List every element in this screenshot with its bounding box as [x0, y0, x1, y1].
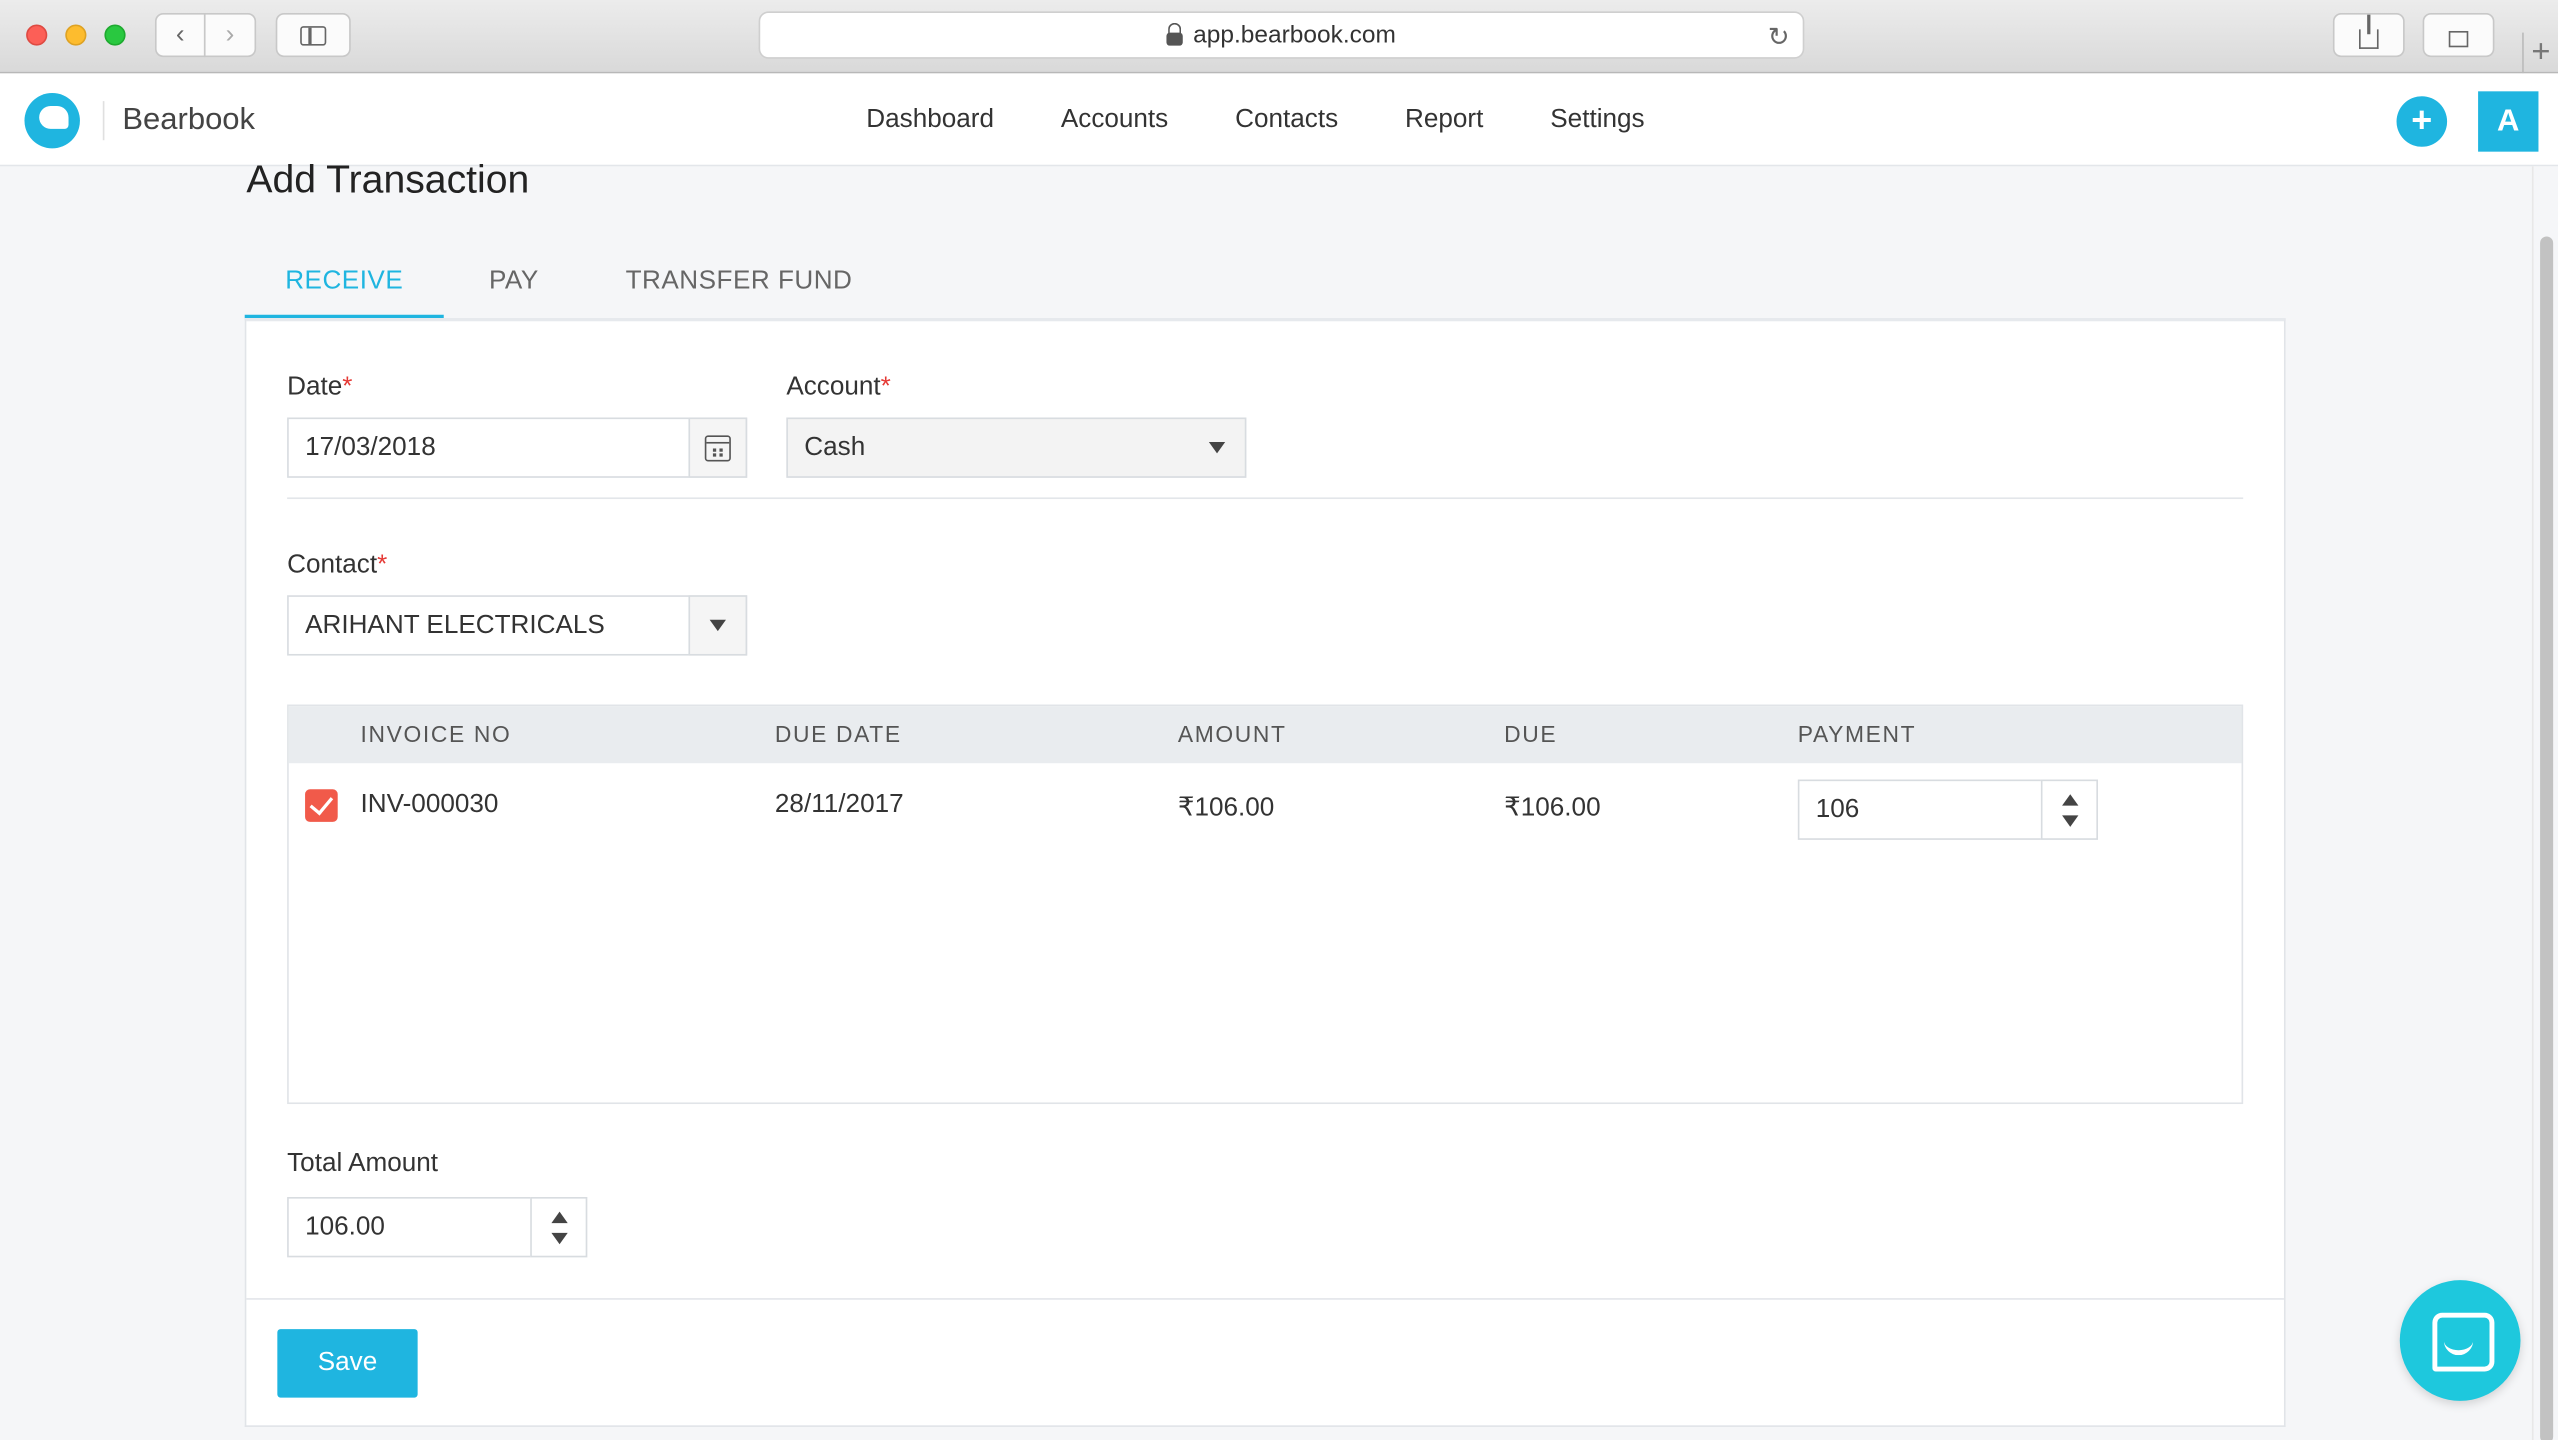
- minimize-window-button[interactable]: [65, 24, 87, 46]
- total-amount-stepper[interactable]: [530, 1197, 588, 1258]
- column-due-date: DUE DATE: [774, 720, 902, 747]
- new-tab-button[interactable]: +: [2522, 32, 2558, 74]
- sidebar-icon: [300, 25, 327, 45]
- account-label: Account*: [786, 373, 891, 402]
- quick-add-button[interactable]: +: [2396, 96, 2448, 147]
- date-label: Date*: [287, 373, 353, 402]
- payment-stepper[interactable]: [2040, 779, 2098, 840]
- nav-contacts[interactable]: Contacts: [1235, 106, 1338, 135]
- stepper-down-icon[interactable]: [2062, 815, 2079, 827]
- total-amount-label: Total Amount: [287, 1149, 439, 1178]
- chevron-down-icon: [1208, 441, 1226, 454]
- tab-receive[interactable]: RECEIVE: [244, 258, 444, 320]
- due-cell: ₹106.00: [1504, 794, 1601, 822]
- stepper-up-icon[interactable]: [2062, 794, 2079, 806]
- scrollbar-thumb[interactable]: [2540, 236, 2554, 1440]
- close-window-button[interactable]: [26, 24, 48, 46]
- nav-report[interactable]: Report: [1405, 106, 1483, 135]
- zoom-window-button[interactable]: [104, 24, 126, 46]
- date-value: 17/03/2018: [305, 432, 436, 461]
- contact-dropdown-toggle[interactable]: [688, 595, 748, 656]
- nav-settings[interactable]: Settings: [1550, 106, 1644, 135]
- contact-label: Contact*: [287, 551, 388, 579]
- url-text: app.bearbook.com: [1193, 21, 1396, 49]
- address-bar[interactable]: app.bearbook.com ↻: [758, 11, 1805, 59]
- tabs-overview-button[interactable]: [2422, 13, 2495, 58]
- amount-cell: ₹106.00: [1177, 794, 1275, 822]
- tab-pay[interactable]: PAY: [470, 258, 558, 320]
- page-scrollbar[interactable]: [2531, 166, 2558, 1440]
- column-amount: AMOUNT: [1177, 720, 1287, 747]
- chat-icon[interactable]: [2399, 1280, 2521, 1401]
- bearbook-logo[interactable]: [24, 92, 80, 149]
- back-button[interactable]: ‹: [154, 13, 206, 58]
- account-select[interactable]: Cash: [786, 417, 1247, 478]
- contact-select[interactable]: ARIHANT ELECTRICALS: [287, 595, 748, 656]
- brand-divider: [102, 101, 105, 141]
- due-date-cell: 28/11/2017: [774, 790, 904, 819]
- invoice-checkbox[interactable]: [305, 789, 338, 822]
- page-title: Add Transaction: [246, 158, 530, 203]
- app-header: Bearbook Dashboard Accounts Contacts Rep…: [0, 73, 2558, 167]
- sidebar-toggle-button[interactable]: [275, 13, 351, 58]
- payment-value: 106: [1815, 795, 1860, 823]
- invoice-no-cell: INV-000030: [360, 790, 499, 819]
- date-field[interactable]: 17/03/2018: [287, 417, 748, 478]
- column-invoice-no: INVOICE NO: [360, 720, 512, 747]
- calendar-button[interactable]: [688, 417, 748, 478]
- nav-dashboard[interactable]: Dashboard: [866, 106, 994, 135]
- chevron-right-icon: ›: [225, 20, 235, 49]
- total-amount-value: 106.00: [305, 1212, 385, 1241]
- column-due: DUE: [1504, 720, 1558, 747]
- chevron-down-icon: [709, 619, 726, 632]
- footer-divider: [246, 1298, 2284, 1300]
- reload-icon[interactable]: ↻: [1768, 21, 1790, 54]
- share-button[interactable]: [2332, 13, 2405, 58]
- tabs-icon: [2448, 30, 2469, 47]
- payment-input[interactable]: 106: [1797, 779, 2098, 840]
- contact-value: ARIHANT ELECTRICALS: [305, 610, 605, 639]
- browser-toolbar: ‹ › app.bearbook.com ↻ +: [0, 0, 2558, 74]
- chevron-left-icon: ‹: [175, 20, 185, 49]
- total-amount-input[interactable]: 106.00: [287, 1197, 588, 1258]
- main-nav: Dashboard Accounts Contacts Report Setti…: [866, 106, 1711, 135]
- brand-name[interactable]: Bearbook: [122, 103, 255, 139]
- account-value: Cash: [804, 432, 866, 461]
- tab-transfer-fund[interactable]: TRANSFER FUND: [617, 258, 862, 320]
- share-icon: [2359, 13, 2379, 49]
- stepper-up-icon[interactable]: [551, 1211, 568, 1224]
- section-divider: [287, 497, 2244, 500]
- lock-icon: [1167, 22, 1184, 45]
- save-button[interactable]: Save: [277, 1329, 418, 1398]
- table-header: INVOICE NO DUE DATE AMOUNT DUE PAYMENT: [288, 706, 2242, 764]
- forward-button[interactable]: ›: [203, 13, 257, 58]
- nav-accounts[interactable]: Accounts: [1061, 106, 1168, 135]
- calendar-icon: [704, 434, 731, 461]
- transaction-form: Date* 17/03/2018 Account* Cash Contact* …: [244, 318, 2286, 1427]
- invoice-table: INVOICE NO DUE DATE AMOUNT DUE PAYMENT I…: [287, 704, 2244, 1105]
- stepper-down-icon[interactable]: [551, 1232, 568, 1245]
- column-payment: PAYMENT: [1797, 720, 1917, 747]
- user-avatar[interactable]: A: [2478, 91, 2539, 152]
